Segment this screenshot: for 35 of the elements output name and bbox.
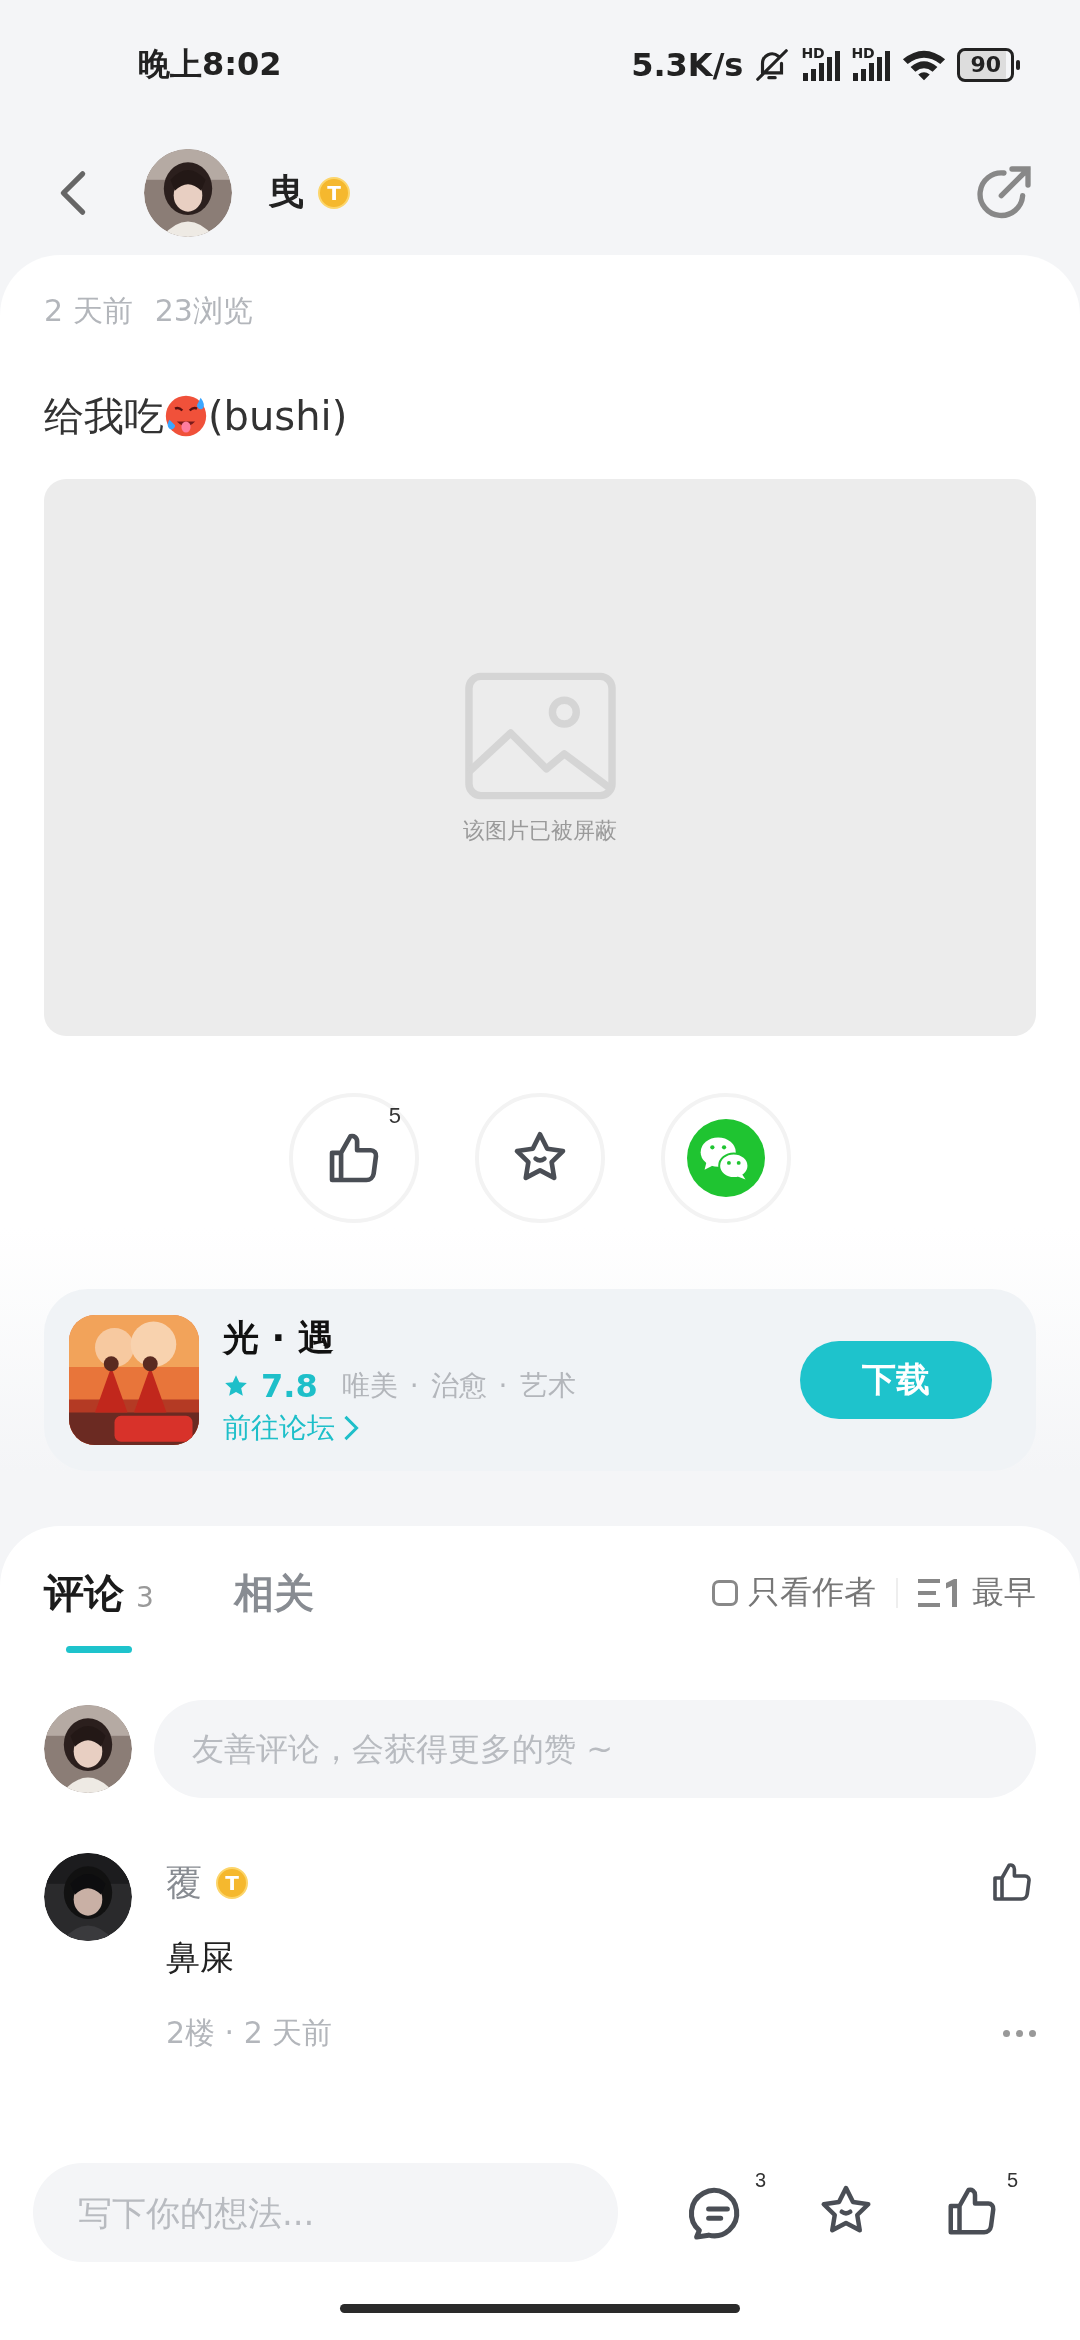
- sort-button[interactable]: 最早: [918, 1571, 1036, 1615]
- wechat-icon: [687, 1119, 765, 1197]
- hd-label: HD: [851, 45, 875, 61]
- comment-tab[interactable]: 评论 3: [44, 1566, 154, 1653]
- author-only-checkbox[interactable]: 只看作者: [712, 1571, 876, 1615]
- game-name: 光 · 遇: [223, 1315, 335, 1360]
- game-tag: 艺术: [519, 1366, 576, 1405]
- comment-input[interactable]: 友善评论，会获得更多的赞 ~: [154, 1700, 1036, 1798]
- chevron-icon: [343, 1414, 359, 1441]
- game-tag: ·: [498, 1369, 508, 1402]
- author-name[interactable]: 曳: [268, 168, 304, 217]
- rating: 7.8: [261, 1366, 318, 1405]
- thought-input[interactable]: 写下你的想法...: [33, 2163, 618, 2262]
- post-meta: 2 天前: [44, 293, 133, 329]
- comment-meta: 2楼 · 2 天前: [166, 2014, 333, 2052]
- level-badge: T: [216, 1867, 248, 1899]
- more-button[interactable]: [1003, 2030, 1036, 2037]
- post-text: 给我吃: [44, 391, 164, 441]
- hot-face-icon: [164, 394, 208, 438]
- like-button[interactable]: 5: [289, 1093, 419, 1223]
- network-speed: 5.3K/s: [631, 46, 744, 84]
- game-tag: ·: [409, 1369, 419, 1402]
- clock: 晚上8:02: [138, 44, 282, 85]
- count-label: 5: [388, 1103, 401, 1129]
- count-label: 5: [1006, 2168, 1018, 2192]
- level-badge: T: [318, 176, 350, 209]
- game-tag: 唯美: [341, 1366, 398, 1405]
- game-tag: 治愈: [430, 1366, 487, 1405]
- hd-label: HD: [801, 45, 825, 61]
- sort-icon: [918, 1577, 958, 1609]
- post-text: (bushi): [208, 393, 348, 439]
- comment-text: 鼻屎: [166, 1936, 235, 1979]
- count-label: 3: [754, 2168, 766, 2192]
- blocked-caption: 该图片已被屏蔽: [463, 816, 617, 845]
- post-meta: 23浏览: [154, 293, 253, 329]
